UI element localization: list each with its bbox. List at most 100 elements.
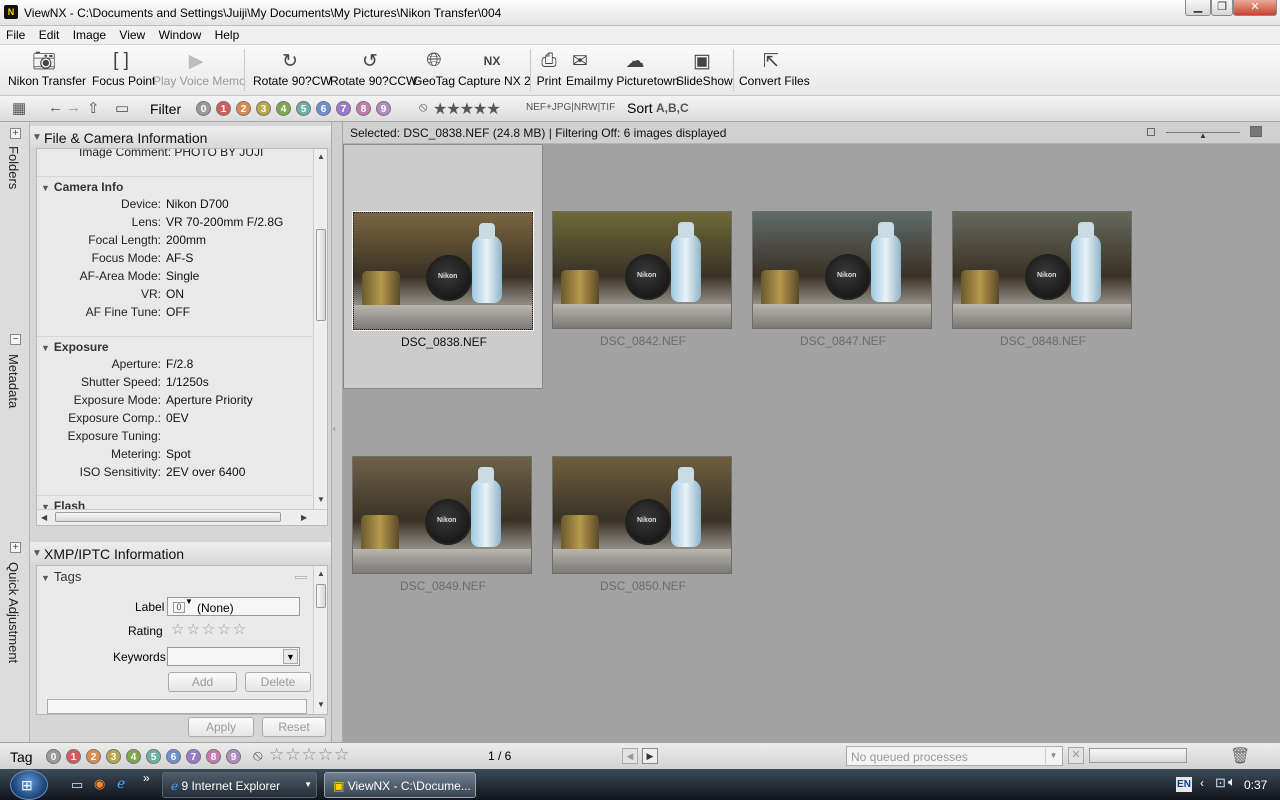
delete-keyword-button[interactable]: Delete (245, 672, 311, 692)
convert-files-button[interactable]: ⇱ Convert Files (739, 48, 810, 89)
queue-dropdown-arrow-icon[interactable]: ▼ (1045, 748, 1061, 764)
back-arrow-icon[interactable]: ← (48, 99, 63, 116)
menu-window[interactable]: Window (155, 26, 206, 44)
grid-view-icon[interactable]: ▦ (12, 99, 26, 117)
menu-file[interactable]: File (2, 26, 29, 44)
tag-label-2[interactable]: 2 (86, 749, 101, 764)
internet-explorer-icon[interactable]: ℯ (117, 775, 125, 792)
menu-view[interactable]: View (115, 26, 149, 44)
tag-label-3[interactable]: 3 (106, 749, 121, 764)
filter-label-8[interactable]: 8 (356, 101, 371, 116)
exposure-section-header[interactable]: ▼ Exposure (41, 340, 109, 354)
no-rating-icon[interactable]: ⦸ (253, 747, 263, 764)
filter-label-3[interactable]: 3 (256, 101, 271, 116)
language-indicator[interactable]: EN (1176, 777, 1192, 792)
menu-help[interactable]: Help (211, 26, 244, 44)
panel-splitter[interactable]: ‹ (332, 122, 343, 742)
sort-abc-icon[interactable]: A,B,C (656, 101, 689, 115)
my-picturetown-button[interactable]: ☁ my Picturetown (597, 48, 679, 89)
volume-icon[interactable]: 🔈︎ (1228, 774, 1236, 790)
rotate-ccw-button[interactable]: ↺ Rotate 90?CCW (330, 48, 417, 89)
scroll-down-icon[interactable]: ▼ (317, 495, 325, 504)
thumbnail-cell[interactable]: Nikon DSC_0838.NEF (343, 144, 543, 389)
thumbnail-cell[interactable]: Nikon DSC_0850.NEF (543, 389, 743, 634)
metadata-collapse-icon[interactable]: − (10, 334, 21, 345)
file-camera-info-header[interactable]: ▼ File & Camera Information (30, 126, 331, 148)
small-thumb-size-icon[interactable] (1147, 128, 1155, 136)
next-page-icon[interactable]: ▶ (642, 748, 658, 764)
cancel-process-icon[interactable]: ✕ (1068, 747, 1084, 764)
tag-label-0[interactable]: 0 (46, 749, 61, 764)
tab-folders[interactable]: Folders (6, 146, 21, 189)
photo-thumbnail[interactable]: Nikon (352, 211, 534, 331)
folders-expand-icon[interactable]: + (10, 128, 21, 139)
filter-label-6[interactable]: 6 (316, 101, 331, 116)
metadata-vertical-scrollbar[interactable]: ▲ ▼ (313, 149, 327, 509)
maximize-button[interactable]: ❐ (1211, 0, 1233, 16)
keywords-combo[interactable]: ▼ (167, 647, 300, 666)
large-thumb-size-icon[interactable] (1250, 126, 1262, 137)
filter-label-9[interactable]: 9 (376, 101, 391, 116)
xmp-iptc-header[interactable]: ▼ XMP/IPTC Information (30, 542, 331, 564)
scrollbar-thumb[interactable] (316, 229, 326, 321)
file-type-filter[interactable]: NEF+JPG|NRW|TIF (526, 102, 615, 113)
filter-star-rating[interactable]: ★★★★★ (433, 99, 501, 119)
label-select[interactable]: 0 ▼ (None) (167, 597, 300, 616)
tags-section-header[interactable]: ▼ Tags (41, 569, 81, 584)
tag-label-8[interactable]: 8 (206, 749, 221, 764)
sort-label[interactable]: Sort (627, 100, 653, 116)
filter-label-1[interactable]: 1 (216, 101, 231, 116)
apply-button[interactable]: Apply (188, 717, 254, 737)
thumbnail-cell[interactable]: Nikon DSC_0842.NEF (543, 144, 743, 389)
firefox-icon[interactable]: ◉ (94, 776, 105, 792)
scroll-left-icon[interactable]: ◀ (41, 513, 47, 522)
thumbnail-cell[interactable]: Nikon DSC_0848.NEF (943, 144, 1143, 389)
tag-label-6[interactable]: 6 (166, 749, 181, 764)
quick-adjustment-expand-icon[interactable]: + (10, 542, 21, 553)
rotate-cw-button[interactable]: ↻ Rotate 90?CW (253, 48, 332, 89)
trash-icon[interactable]: 🗑︎ (1230, 746, 1250, 766)
keywords-dropdown-arrow-icon[interactable]: ▼ (283, 649, 298, 664)
scroll-up-icon[interactable]: ▲ (317, 569, 325, 578)
add-keyword-button[interactable]: Add (168, 672, 237, 692)
no-rating-icon[interactable]: ⦸ (419, 99, 427, 115)
filter-label-2[interactable]: 2 (236, 101, 251, 116)
scroll-right-icon[interactable]: ▶ (301, 513, 307, 522)
previous-page-icon[interactable]: ◀ (622, 748, 638, 764)
tag-label-9[interactable]: 9 (226, 749, 241, 764)
keywords-list[interactable] (47, 699, 307, 714)
forward-arrow-icon[interactable]: → (66, 99, 81, 116)
slider-handle-icon[interactable]: ▲ (1199, 131, 1207, 140)
photo-thumbnail[interactable]: Nikon (952, 211, 1132, 329)
show-desktop-icon[interactable]: ▭ (71, 777, 83, 793)
camera-info-section-header[interactable]: ▼ Camera Info (41, 180, 123, 194)
slideshow-button[interactable]: ▣ SlideShow (676, 48, 733, 89)
network-icon[interactable]: ⊡ (1215, 775, 1226, 791)
scroll-down-icon[interactable]: ▼ (317, 700, 325, 709)
nikon-transfer-button[interactable]: 📷︎ Nikon Transfer (8, 48, 86, 88)
capture-nx-button[interactable]: NX Capture NX 2 (458, 48, 531, 88)
filter-label-4[interactable]: 4 (276, 101, 291, 116)
photo-thumbnail[interactable]: Nikon (752, 211, 932, 329)
photo-thumbnail[interactable]: Nikon (552, 211, 732, 329)
tag-rating-stars[interactable]: ☆☆☆☆☆ (269, 745, 350, 765)
tag-label-5[interactable]: 5 (146, 749, 161, 764)
scroll-up-icon[interactable]: ▲ (317, 152, 325, 161)
print-button[interactable]: ⎙ Print (536, 48, 562, 88)
queued-processes-field[interactable]: No queued processes ▼ (846, 746, 1063, 766)
rating-stars[interactable]: ☆☆☆☆☆ (171, 620, 248, 638)
menu-image[interactable]: Image (69, 26, 110, 44)
quick-launch-chevron-icon[interactable]: » (143, 771, 150, 785)
reset-button[interactable]: Reset (262, 717, 326, 737)
minimize-button[interactable]: ▁ (1185, 0, 1211, 16)
focus-point-button[interactable]: [ ] Focus Point (92, 48, 155, 88)
up-folder-icon[interactable]: ⇧ (87, 99, 100, 117)
xmp-vertical-scrollbar[interactable]: ▲ ▼ (313, 566, 327, 714)
tag-label-7[interactable]: 7 (186, 749, 201, 764)
photo-thumbnail[interactable]: Nikon (552, 456, 732, 574)
tab-quick-adjustment[interactable]: Quick Adjustment (6, 562, 21, 663)
menu-edit[interactable]: Edit (35, 26, 64, 44)
thumbnail-cell[interactable]: Nikon DSC_0849.NEF (343, 389, 543, 634)
tags-collapse-icon[interactable] (295, 576, 307, 579)
photo-thumbnail[interactable]: Nikon (352, 456, 532, 574)
